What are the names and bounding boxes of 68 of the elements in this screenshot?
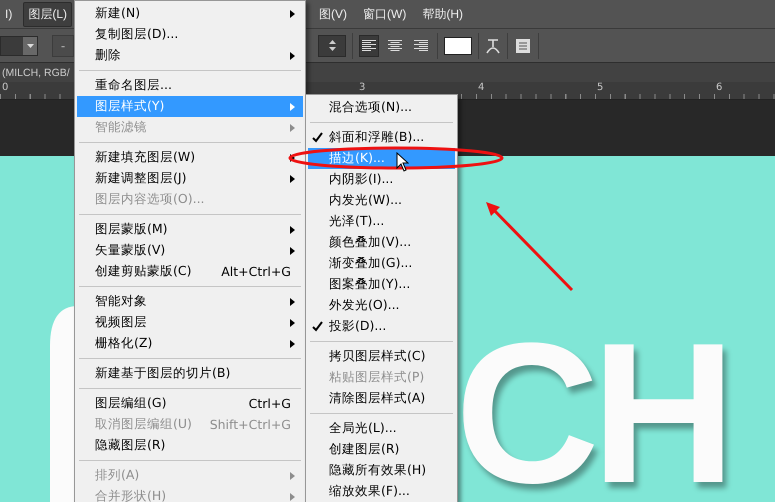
ruler-label: 4 [478,82,484,93]
submenu-arrow-icon [290,318,295,326]
submenu-arrow-icon [290,246,295,254]
menu-item[interactable]: 新建基于图层的切片(B) [77,363,303,384]
menu-item[interactable]: 删除 [77,45,303,66]
caret-icon [26,44,34,48]
canvas-letters: CH [455,334,728,494]
cursor-icon [396,152,409,172]
menu-item[interactable]: 图层编组(G) Ctrl+G [77,393,303,414]
menu-item[interactable]: 内发光(W)... [308,190,455,211]
menu-item[interactable]: 全局光(L)... [308,418,455,439]
menu-item[interactable]: 混合选项(N)... [308,97,455,118]
ruler-label: 6 [716,82,722,93]
panel-icon[interactable] [514,36,532,54]
submenu-arrow-icon [290,10,295,18]
menu-item[interactable]: 投影(D)... [308,316,455,337]
align-button[interactable] [359,34,379,56]
align-center-icon [388,40,402,52]
menu-item[interactable]: 渐变叠加(G)... [308,253,455,274]
dropdown[interactable] [0,36,38,56]
menu-item[interactable]: 复制图层(D)... [77,24,303,45]
document-tab-title[interactable]: (MILCH, RGB/ [0,66,70,78]
menu-item[interactable]: 斜面和浮雕(B)... [308,127,455,148]
submenu-arrow-icon [290,52,295,60]
align-left-icon [362,40,376,52]
align-right-icon [414,40,428,52]
menu-item[interactable]: 外发光(O)... [308,295,455,316]
menu-item[interactable]: 图层蒙版(M) [77,219,303,240]
menubar-item[interactable]: 帮助(H) [417,2,468,26]
menu-item[interactable]: 光泽(T)... [308,211,455,232]
menu-item[interactable]: 内阴影(I)... [308,169,455,190]
ruler-label: 5 [597,82,604,93]
submenu-arrow-icon [290,298,295,306]
menu-item[interactable]: 图案叠加(Y)... [308,274,455,295]
submenu-arrow-icon [290,124,295,132]
menu-item[interactable]: 矢量蒙版(V) [77,240,303,261]
menu-item[interactable]: 缩放效果(F)... [308,481,455,502]
menubar-item[interactable]: 图(V) [314,2,352,26]
menubar-item[interactable]: 窗口(W) [358,2,412,26]
size-button[interactable]: - [52,34,74,56]
menubar-item[interactable]: 图层(L) [23,2,72,26]
ruler-label: 3 [359,82,366,93]
menu-item[interactable]: 隐藏所有效果(H) [308,460,455,481]
submenu-arrow-icon [290,102,295,110]
submenu-arrow-icon [290,174,295,182]
menu-item[interactable]: 新建(N) [77,3,303,24]
menu-item[interactable]: 清除图层样式(A) [308,388,455,409]
submenu-arrow-icon [290,472,295,480]
menubar-item[interactable]: I) [0,3,18,25]
submenu-arrow-icon [290,340,295,348]
menu-item[interactable]: 智能对象 [77,291,303,312]
submenu-arrow-icon [290,226,295,234]
menu-item[interactable]: 新建调整图层(J) [77,168,303,189]
ruler-label: 0 [2,82,8,93]
menu-item[interactable]: 重命名图层... [77,75,303,96]
menu-item[interactable]: 创建图层(R) [308,439,455,460]
check-icon [312,132,323,143]
menu-item[interactable]: 创建剪贴蒙版(C) Alt+Ctrl+G [77,261,303,282]
menu-item[interactable]: 隐藏图层(R) [77,435,303,456]
up-down-icon [328,40,336,51]
menu-item[interactable]: 栅格化(Z) [77,333,303,354]
color-swatch[interactable] [444,36,472,54]
menu-item[interactable]: 颜色叠加(V)... [308,232,455,253]
menu-item[interactable]: 视频图层 [77,312,303,333]
check-icon [312,321,323,332]
spin-control[interactable] [318,34,346,56]
menu-item[interactable]: 拷贝图层样式(C) [308,346,455,367]
warp-text-icon[interactable] [485,36,501,54]
